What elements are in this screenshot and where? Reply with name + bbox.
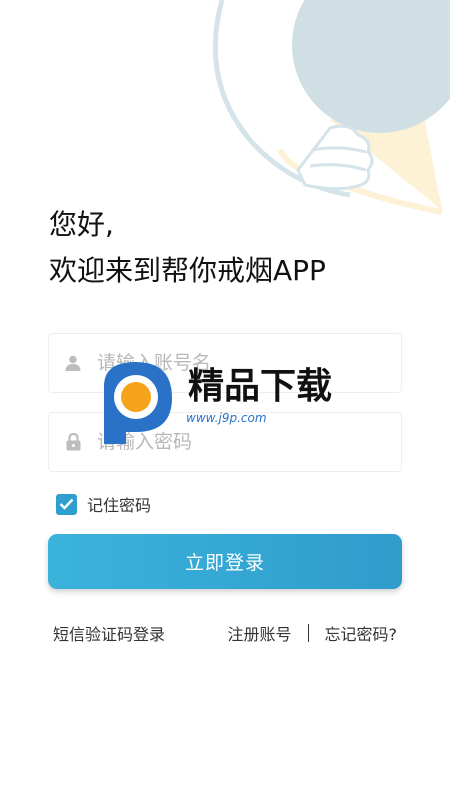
watermark-p-icon <box>104 362 172 444</box>
login-button[interactable]: 立即登录 <box>48 534 402 589</box>
register-link[interactable]: 注册账号 <box>227 621 291 645</box>
sms-login-link[interactable]: 短信验证码登录 <box>53 621 165 645</box>
watermark-logo: 精品下载 www.j9p.com <box>104 362 332 444</box>
user-icon <box>49 355 97 371</box>
account-links: 注册账号 忘记密码? <box>227 621 397 645</box>
forgot-password-link[interactable]: 忘记密码? <box>325 621 398 645</box>
hand-holding-balloon-illustration <box>212 0 450 215</box>
watermark-url: www.j9p.com <box>186 411 267 425</box>
check-icon <box>59 498 74 510</box>
link-divider <box>307 624 309 642</box>
remember-password[interactable]: 记住密码 <box>56 492 151 516</box>
greeting-line-1: 您好, <box>49 208 114 241</box>
lock-icon <box>49 433 97 451</box>
remember-label: 记住密码 <box>87 496 152 515</box>
greeting-line-2: 欢迎来到帮你戒烟APP <box>49 254 326 287</box>
remember-checkbox[interactable] <box>56 493 77 515</box>
watermark-text: 精品下载 <box>188 366 332 407</box>
greeting: 您好, 欢迎来到帮你戒烟APP <box>49 202 326 294</box>
login-screen: 您好, 欢迎来到帮你戒烟APP 记住密码 <box>0 0 450 800</box>
